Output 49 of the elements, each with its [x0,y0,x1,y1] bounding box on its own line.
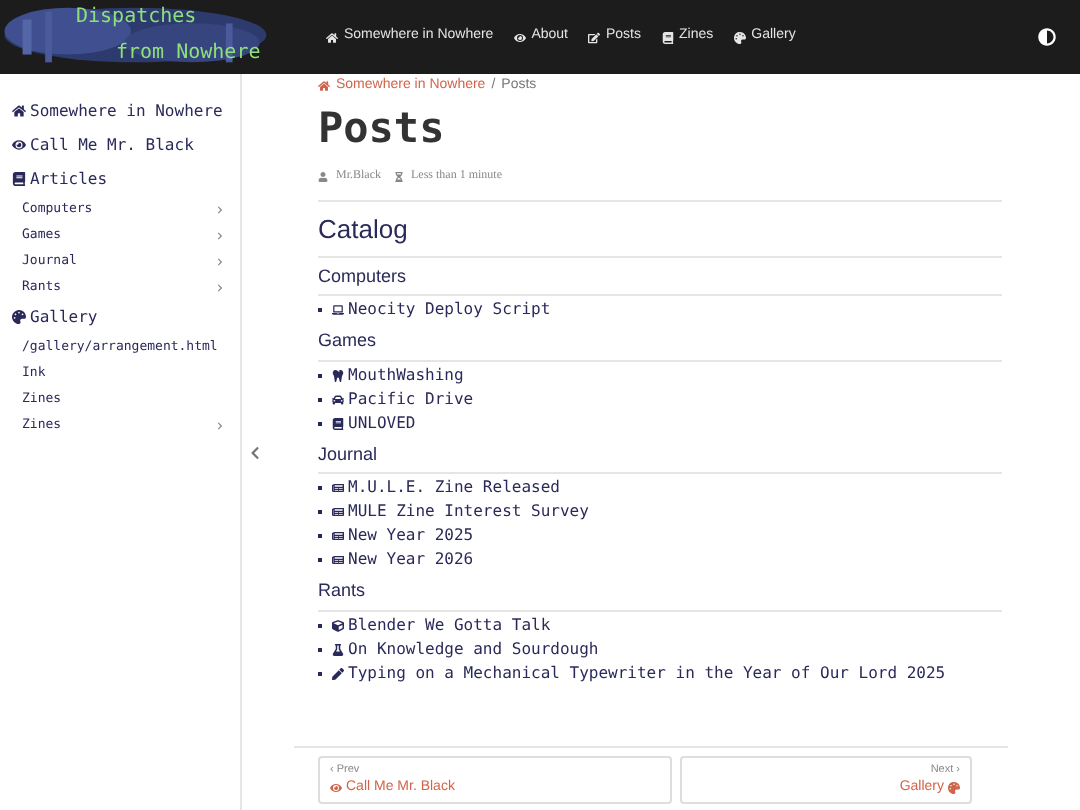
logo-text: Dispatches [76,8,197,28]
hourglass-icon [393,172,403,182]
book-icon [661,31,674,43]
home-icon [12,104,26,118]
book-icon [12,172,26,186]
sidebar-item[interactable]: Gallery [12,300,225,334]
flask-icon [332,643,344,655]
post-link[interactable]: Blender We Gotta Talk [332,613,551,637]
tooth-icon [332,369,344,381]
post-link[interactable]: UNLOVED [332,411,416,435]
sidebar-item[interactable]: Call Me Mr. Black [12,128,225,162]
laptop-icon [332,304,344,316]
post-link[interactable]: New Year 2026 [332,548,474,572]
category-heading: Games [318,328,377,354]
eye-icon [330,782,342,794]
post-link[interactable]: New Year 2025 [332,524,474,548]
newspaper-icon [332,554,344,566]
eye-icon [513,31,526,43]
user-icon [318,172,328,182]
post-link[interactable]: Neocity Deploy Script [332,298,551,322]
sidebar-item[interactable]: Articles [12,162,225,196]
category-heading: Journal [318,441,378,467]
page-title: Posts [318,108,445,150]
post-link[interactable]: Typing on a Mechanical Typewriter in the Year of Our Lord 2025 [332,661,946,685]
edit-icon [588,31,600,43]
home-icon [326,31,338,43]
book-icon [332,417,344,429]
category-heading: Rants [318,578,366,604]
collapse-sidebar-icon[interactable] [249,445,260,459]
car-icon [332,393,344,405]
post-link[interactable]: MULE Zine Interest Survey [332,500,589,524]
section-heading: Catalog [318,212,408,248]
palette-icon [948,782,960,794]
post-link[interactable]: On Knowledge and Sourdough [332,637,599,661]
newspaper-icon [332,530,344,542]
palette-icon [733,31,746,43]
post-link[interactable]: M.U.L.E. Zine Released [332,476,560,500]
home-icon [318,80,330,92]
cube-icon [332,619,344,631]
palette-icon [12,310,26,324]
sidebar-item[interactable]: Somewhere in Nowhere [12,94,225,128]
category-heading: Computers [318,263,407,290]
newspaper-icon [332,506,344,518]
post-link[interactable]: Pacific Drive [332,387,474,411]
post-link[interactable]: MouthWashing [332,363,464,387]
theme-toggle-icon[interactable] [1038,28,1056,46]
pen-icon [332,667,344,679]
newspaper-icon [332,482,344,494]
eye-icon [12,138,26,152]
